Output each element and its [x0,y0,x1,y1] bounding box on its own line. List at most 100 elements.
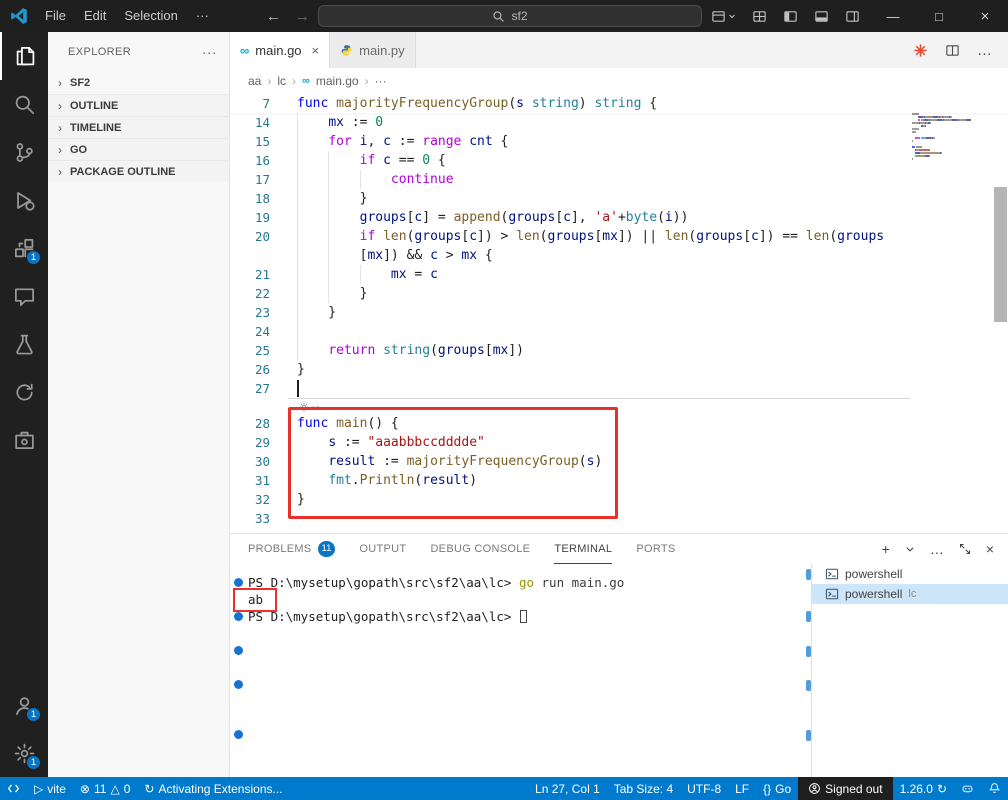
breadcrumb-item[interactable]: main.go [316,74,359,88]
back-icon[interactable]: ← [266,8,281,25]
task-vite[interactable]: ▷ vite [27,777,73,800]
close-panel-icon[interactable]: × [986,541,994,557]
panel-tab-debug-console[interactable]: DEBUG CONSOLE [430,534,530,564]
code-line[interactable]: [mx]) && c > mx { [230,246,1008,265]
terminal-tab-powershell-lc[interactable]: powershell lc [812,584,1008,604]
sticky-code-line[interactable]: 7 func majorityFrequencyGroup(s string) s… [230,94,1008,113]
forward-icon[interactable]: → [295,8,310,25]
code-line[interactable]: 22 } [230,284,1008,303]
line-number[interactable]: 28 [230,414,270,433]
code-line[interactable]: 19 groups[c] = append(groups[c], 'a'+byt… [230,208,1008,227]
problems-status[interactable]: ⊗ 11 △ 0 [73,777,137,800]
sidebar-section-outline[interactable]: › OUTLINE [48,94,229,116]
close-window-button[interactable]: × [962,0,1008,32]
command-decoration-icon[interactable] [234,646,243,655]
line-number[interactable]: 31 [230,471,270,490]
code-line[interactable]: 27 [230,379,1008,398]
line-number[interactable]: 14 [230,113,270,132]
sidebar-section-package-outline[interactable]: › PACKAGE OUTLINE [48,160,229,182]
breadcrumb-item[interactable]: lc [277,74,286,88]
line-number[interactable]: 30 [230,452,270,471]
layout-grid-icon[interactable] [752,9,767,24]
tab-main-go[interactable]: ∞ main.go × [230,32,331,68]
toggle-primary-sidebar-icon[interactable] [783,9,798,24]
terminal-tab-powershell[interactable]: powershell [812,564,1008,584]
code-line[interactable]: 18 } [230,189,1008,208]
code-line[interactable]: 24 [230,322,1008,341]
toggle-secondary-sidebar-icon[interactable] [845,9,860,24]
line-number[interactable]: 20 [230,227,270,246]
line-number[interactable]: 7 [230,94,270,113]
cursor-position[interactable]: Ln 27, Col 1 [528,777,607,800]
toggle-panel-icon[interactable] [814,9,829,24]
copilot-status[interactable] [954,777,981,800]
line-number[interactable]: 32 [230,490,270,509]
line-number[interactable]: 29 [230,433,270,452]
terminal-dropdown-icon[interactable] [905,544,915,554]
panel-more-actions-icon[interactable]: … [930,541,944,557]
menu-selection[interactable]: Selection [115,5,186,27]
menu-file[interactable]: File [36,5,75,27]
notifications[interactable] [981,777,1008,800]
close-tab-icon[interactable]: × [312,43,320,58]
panel-tab-terminal[interactable]: TERMINAL [554,534,613,564]
sidebar-more-actions-icon[interactable]: ··· [202,44,217,60]
line-number[interactable]: 16 [230,151,270,170]
encoding[interactable]: UTF-8 [680,777,728,800]
editor-scrollbar[interactable] [994,187,1007,322]
tab-main-py[interactable]: main.py [330,32,416,68]
sync-activity-button[interactable] [0,368,48,416]
menu-more[interactable]: ··· [187,5,218,27]
line-number[interactable]: 15 [230,132,270,151]
sidebar-section-go[interactable]: › GO [48,138,229,160]
new-terminal-button[interactable]: + [882,541,890,557]
language-mode[interactable]: {} Go [756,777,798,800]
source-control-activity-button[interactable] [0,128,48,176]
code-line[interactable]: 23 } [230,303,1008,322]
maximize-panel-icon[interactable] [959,543,971,555]
search-activity-button[interactable] [0,80,48,128]
sidebar-section-timeline[interactable]: › TIMELINE [48,116,229,138]
terminal-content[interactable]: PS D:\mysetup\gopath\src\sf2\aa\lc> go r… [230,564,810,777]
breadcrumb-item[interactable]: aa [248,74,261,88]
command-center-search[interactable]: sf2 [318,5,702,27]
command-decoration-icon[interactable] [234,578,243,587]
accounts-activity-button[interactable]: 1 [0,681,48,729]
code-line[interactable]: 20 if len(groups[c]) > len(groups[mx]) |… [230,227,1008,246]
code-line[interactable]: 17 continue [230,170,1008,189]
signed-out-status[interactable]: Signed out [798,777,893,800]
run-debug-activity-button[interactable] [0,176,48,224]
code-line[interactable]: 15 for i, c := range cnt { [230,132,1008,151]
tools-activity-button[interactable] [0,416,48,464]
breadcrumb-item[interactable]: ··· [375,74,387,88]
code-line[interactable]: 14 mx := 0 [230,113,1008,132]
minimize-button[interactable]: — [870,0,916,32]
command-decoration-icon[interactable] [234,730,243,739]
layout-dropdown-icon[interactable] [711,9,736,24]
line-number[interactable]: 21 [230,265,270,284]
line-number[interactable]: 23 [230,303,270,322]
split-editor-icon[interactable] [945,43,960,58]
line-number[interactable]: 18 [230,189,270,208]
line-number[interactable]: 33 [230,509,270,528]
code-line[interactable]: 21 mx = c [230,265,1008,284]
maximize-button[interactable]: □ [916,0,962,32]
panel-tab-ports[interactable]: PORTS [636,534,675,564]
run-code-icon[interactable] [913,43,928,58]
testing-activity-button[interactable] [0,320,48,368]
code-line[interactable]: 25 return string(groups[mx]) [230,341,1008,360]
tab-size[interactable]: Tab Size: 4 [607,777,680,800]
command-decoration-icon[interactable] [234,680,243,689]
explorer-activity-button[interactable] [0,32,48,80]
code-line[interactable]: 16 if c == 0 { [230,151,1008,170]
remote-indicator[interactable] [0,777,27,800]
settings-gear-activity-button[interactable]: 1 [0,729,48,777]
eol[interactable]: LF [728,777,756,800]
line-number[interactable]: 25 [230,341,270,360]
line-number[interactable]: 22 [230,284,270,303]
panel-tab-output[interactable]: OUTPUT [359,534,406,564]
line-number[interactable]: 27 [230,379,270,398]
code-line[interactable]: 26} [230,360,1008,379]
command-decoration-icon[interactable] [234,612,243,621]
line-number[interactable]: 17 [230,170,270,189]
